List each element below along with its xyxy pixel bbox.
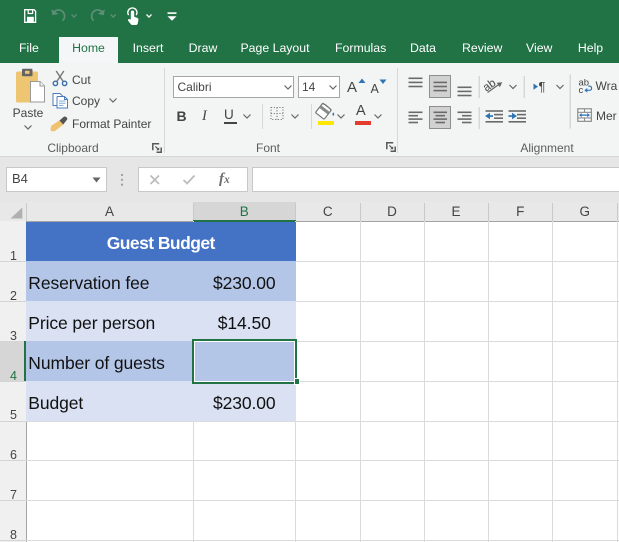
svg-text:¶: ¶	[539, 79, 546, 94]
svg-text:c: c	[579, 85, 584, 93]
